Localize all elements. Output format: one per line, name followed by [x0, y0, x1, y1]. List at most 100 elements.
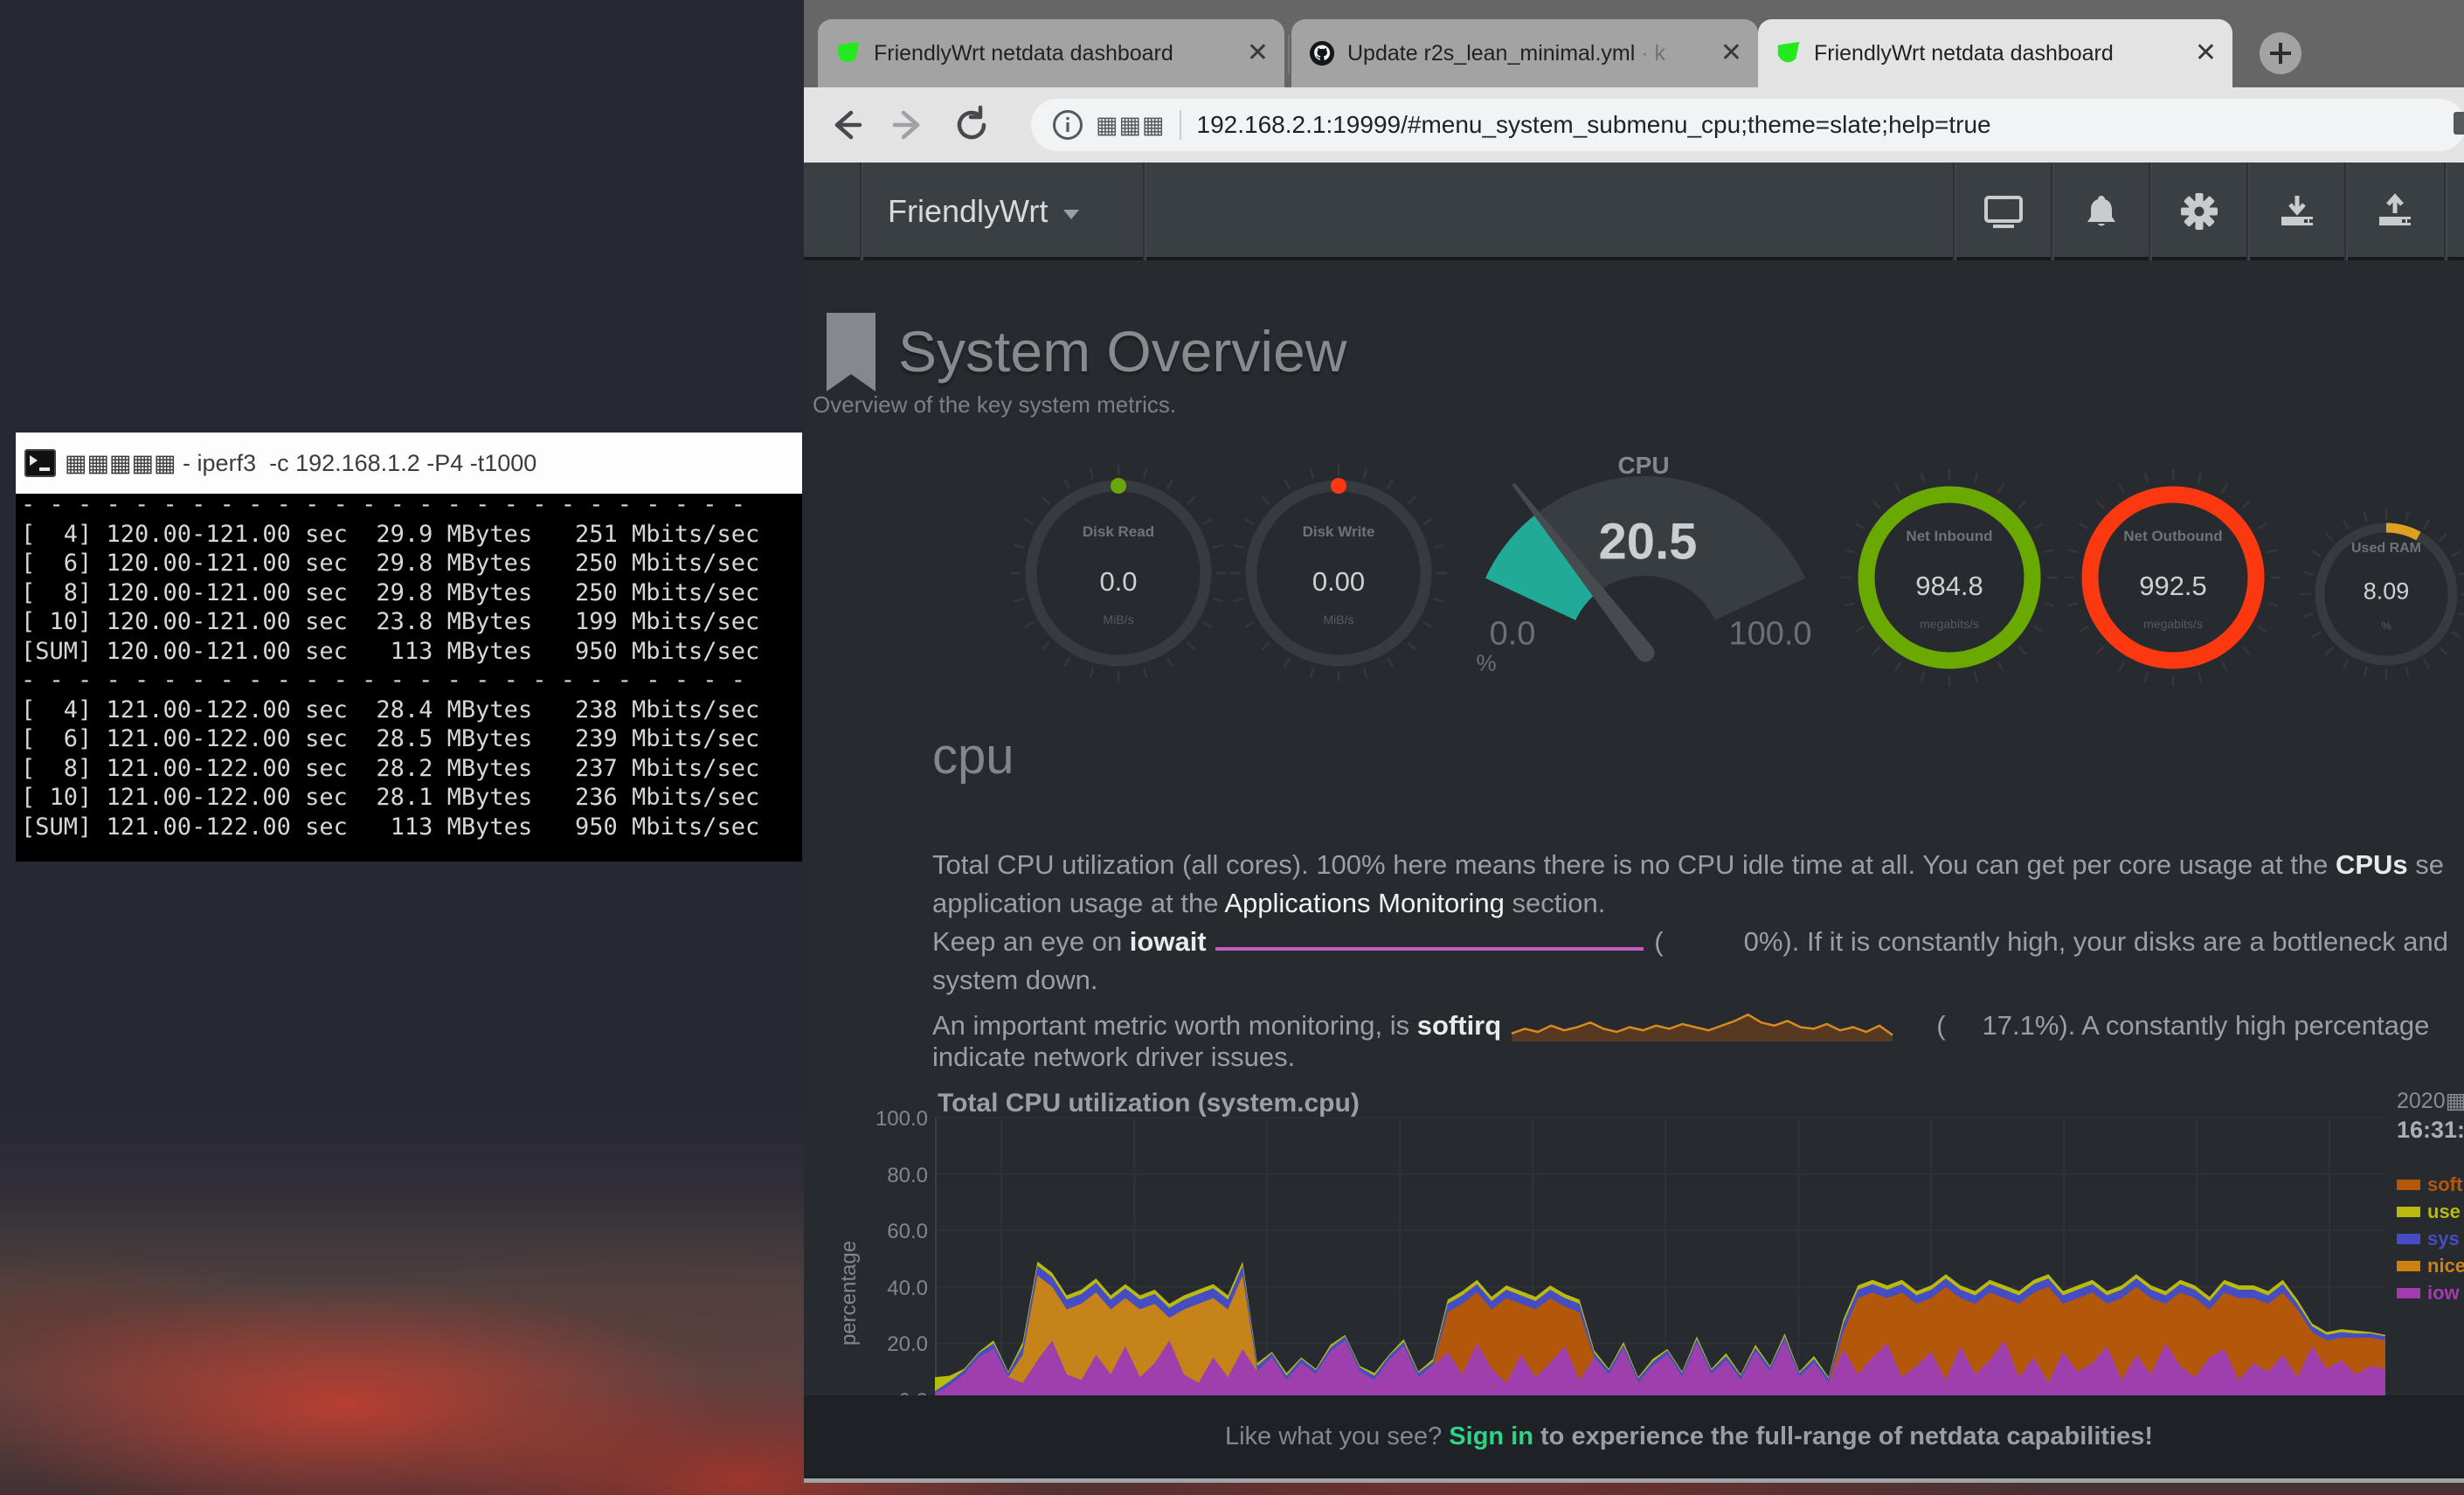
legend-swatch-user — [2397, 1207, 2420, 1217]
cpu-gauge-min: 0.0 — [1490, 616, 1536, 654]
reload-icon[interactable] — [951, 104, 993, 146]
netdata-favicon — [835, 40, 862, 66]
tab-close-icon[interactable]: ✕ — [2195, 40, 2217, 66]
disk-write-value: 0.00 — [1312, 566, 1365, 598]
cpu-paragraph-line4: system down. — [932, 965, 1098, 996]
address-bar[interactable]: ▦▦▦ 192.168.2.1:19999/#menu_system_subme… — [1031, 99, 2464, 151]
signin-footer: Like what you see? Sign in to experience… — [804, 1395, 2464, 1478]
forward-icon[interactable] — [888, 104, 930, 146]
applications-monitoring-link[interactable]: Applications Monitoring — [1224, 888, 1505, 918]
ytick-60.0: 60.0 — [814, 1220, 928, 1244]
nav-divider — [1143, 163, 1145, 260]
url-text[interactable]: 192.168.2.1:19999/#menu_system_submenu_c… — [1197, 111, 1991, 139]
legend-label-softirq: soft — [2427, 1173, 2462, 1196]
browser-window: FriendlyWrt netdata dashboard ✕ Update r… — [804, 0, 2464, 1483]
iowait-sparkline[interactable] — [1215, 933, 1644, 951]
page-subtitle: Overview of the key system metrics. — [813, 391, 1176, 419]
nav-monitor-button[interactable] — [1955, 163, 2052, 260]
chart-title: Total CPU utilization (system.cpu) — [938, 1089, 1360, 1118]
legend-system[interactable]: sys — [2397, 1228, 2460, 1250]
legend-swatch-nice — [2397, 1261, 2420, 1271]
desktop: ▦▦▦▦▦ - iperf3 -c 192.168.1.2 -P4 -t1000… — [0, 0, 2464, 1495]
terminal-window[interactable]: ▦▦▦▦▦ - iperf3 -c 192.168.1.2 -P4 -t1000… — [16, 433, 802, 862]
legend-swatch-iowait — [2397, 1288, 2420, 1298]
tab-title: Update r2s_lean_minimal.yml · k — [1347, 41, 1665, 66]
legend-label-iowait: iow — [2427, 1282, 2460, 1305]
download-icon — [2274, 189, 2320, 234]
browser-toolbar: ▦▦▦ 192.168.2.1:19999/#menu_system_subme… — [804, 87, 2464, 163]
cpu-gauge-max: 100.0 — [1728, 616, 1811, 654]
cpu-utilization-chart[interactable] — [935, 1118, 2385, 1400]
legend-swatch-system — [2397, 1234, 2420, 1244]
new-tab-button[interactable] — [2260, 32, 2301, 74]
tab-github[interactable]: Update r2s_lean_minimal.yml · k ✕ — [1291, 19, 1758, 87]
legend-swatch-softirq — [2397, 1180, 2420, 1190]
nav-alarms-button[interactable] — [2052, 163, 2150, 260]
nav-divider — [2444, 163, 2446, 260]
chart-date: 2020▦3 — [2397, 1088, 2464, 1114]
terminal-titlebar[interactable]: ▦▦▦▦▦ - iperf3 -c 192.168.1.2 -P4 -t1000 — [16, 433, 802, 494]
footer-text: Like what you see? Sign in to experience… — [1225, 1422, 2153, 1451]
github-favicon — [1309, 40, 1335, 66]
legend-softirq[interactable]: soft — [2397, 1173, 2462, 1196]
browser-window-bottom-edge — [804, 1478, 2464, 1483]
gear-icon — [2176, 188, 2223, 235]
net-out-unit: megabits/s — [2143, 617, 2203, 631]
ytick-100.0: 100.0 — [814, 1107, 928, 1132]
cpu-paragraph-line3: Keep an eye on iowait (0%). If it is con… — [932, 926, 2448, 958]
cpu-gauge-value: 20.5 — [1599, 513, 1698, 571]
security-label: ▦▦▦ — [1096, 112, 1166, 139]
bookmark-icon — [827, 313, 876, 391]
nav-divider — [860, 163, 862, 260]
bookmark-star-icon[interactable] — [2454, 112, 2464, 135]
tab-close-icon[interactable]: ✕ — [1720, 40, 1742, 66]
back-icon[interactable] — [825, 104, 867, 146]
cpu-paragraph-line2: application usage at the Applications Mo… — [932, 888, 1605, 919]
cpu-gauge-label: CPU — [1617, 452, 1669, 480]
net-in-unit: megabits/s — [1920, 617, 1979, 631]
tab-strip: FriendlyWrt netdata dashboard ✕ Update r… — [804, 0, 2464, 87]
tab-netdata-1[interactable]: FriendlyWrt netdata dashboard ✕ — [818, 19, 1284, 87]
softirq-sparkline[interactable] — [1510, 1003, 1929, 1043]
cmd-icon — [24, 449, 56, 477]
ytick-20.0: 20.0 — [814, 1332, 928, 1357]
cpu-gauge-unit: % — [1476, 650, 1496, 677]
net-in-label: Net Inbound — [1906, 528, 1992, 545]
netdata-favicon — [1775, 40, 1802, 66]
disk-read-unit: MiB/s — [1104, 613, 1134, 626]
tab-title: FriendlyWrt netdata dashboard — [874, 41, 1173, 66]
legend-nice[interactable]: nice — [2397, 1255, 2464, 1277]
upload-icon — [2372, 189, 2418, 234]
caret-down-icon — [1063, 210, 1079, 219]
netdata-navbar: FriendlyWrt — [804, 163, 2464, 260]
legend-label-user: use — [2427, 1201, 2461, 1223]
legend-iowait[interactable]: iow — [2397, 1282, 2460, 1305]
legend-label-nice: nice — [2427, 1255, 2464, 1277]
nav-settings-button[interactable] — [2150, 163, 2248, 260]
nav-import-button[interactable] — [2248, 163, 2346, 260]
terminal-output: - - - - - - - - - - - - - - - - - - - - … — [21, 494, 759, 841]
netdata-page: FriendlyWrt — [804, 163, 2464, 1483]
tab-close-icon[interactable]: ✕ — [1247, 40, 1269, 66]
net-out-value: 992.5 — [2139, 571, 2207, 602]
disk-write-unit: MiB/s — [1324, 613, 1354, 626]
net-out-label: Net Outbound — [2123, 528, 2222, 545]
legend-label-system: sys — [2427, 1228, 2460, 1250]
monitor-icon — [1981, 189, 2026, 234]
cpu-paragraph-line1: Total CPU utilization (all cores). 100% … — [932, 849, 2444, 881]
terminal-body[interactable]: - - - - - - - - - - - - - - - - - - - - … — [16, 494, 802, 862]
ytick-40.0: 40.0 — [814, 1277, 928, 1301]
terminal-title: ▦▦▦▦▦ - iperf3 -c 192.168.1.2 -P4 -t1000 — [65, 450, 536, 477]
omnibox-divider — [1180, 110, 1181, 140]
sign-in-link[interactable]: Sign in — [1449, 1422, 1533, 1450]
ytick-80.0: 80.0 — [814, 1164, 928, 1188]
nav-export-button[interactable] — [2346, 163, 2444, 260]
brand-dropdown[interactable]: FriendlyWrt — [888, 163, 1079, 260]
legend-user[interactable]: use — [2397, 1201, 2461, 1223]
tab-divider — [1288, 35, 1290, 73]
info-icon[interactable] — [1050, 107, 1085, 142]
cpu-paragraph-line5: An important metric worth monitoring, is… — [932, 1003, 2429, 1042]
bell-icon — [2079, 189, 2124, 234]
used-ram-label: Used RAM — [2351, 541, 2421, 557]
tab-netdata-2-active[interactable]: FriendlyWrt netdata dashboard ✕ — [1758, 19, 2232, 87]
